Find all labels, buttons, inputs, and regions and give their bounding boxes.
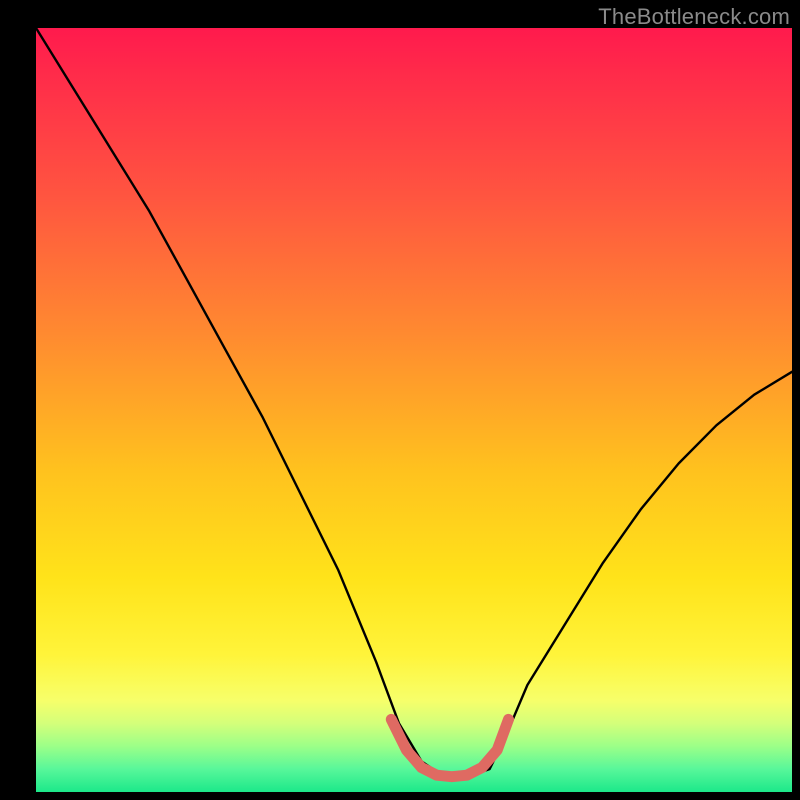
curve-layer <box>36 28 792 792</box>
watermark-text: TheBottleneck.com <box>598 4 790 30</box>
curve-main-path <box>36 28 792 777</box>
chart-frame: TheBottleneck.com <box>0 0 800 800</box>
plot-area <box>36 28 792 792</box>
